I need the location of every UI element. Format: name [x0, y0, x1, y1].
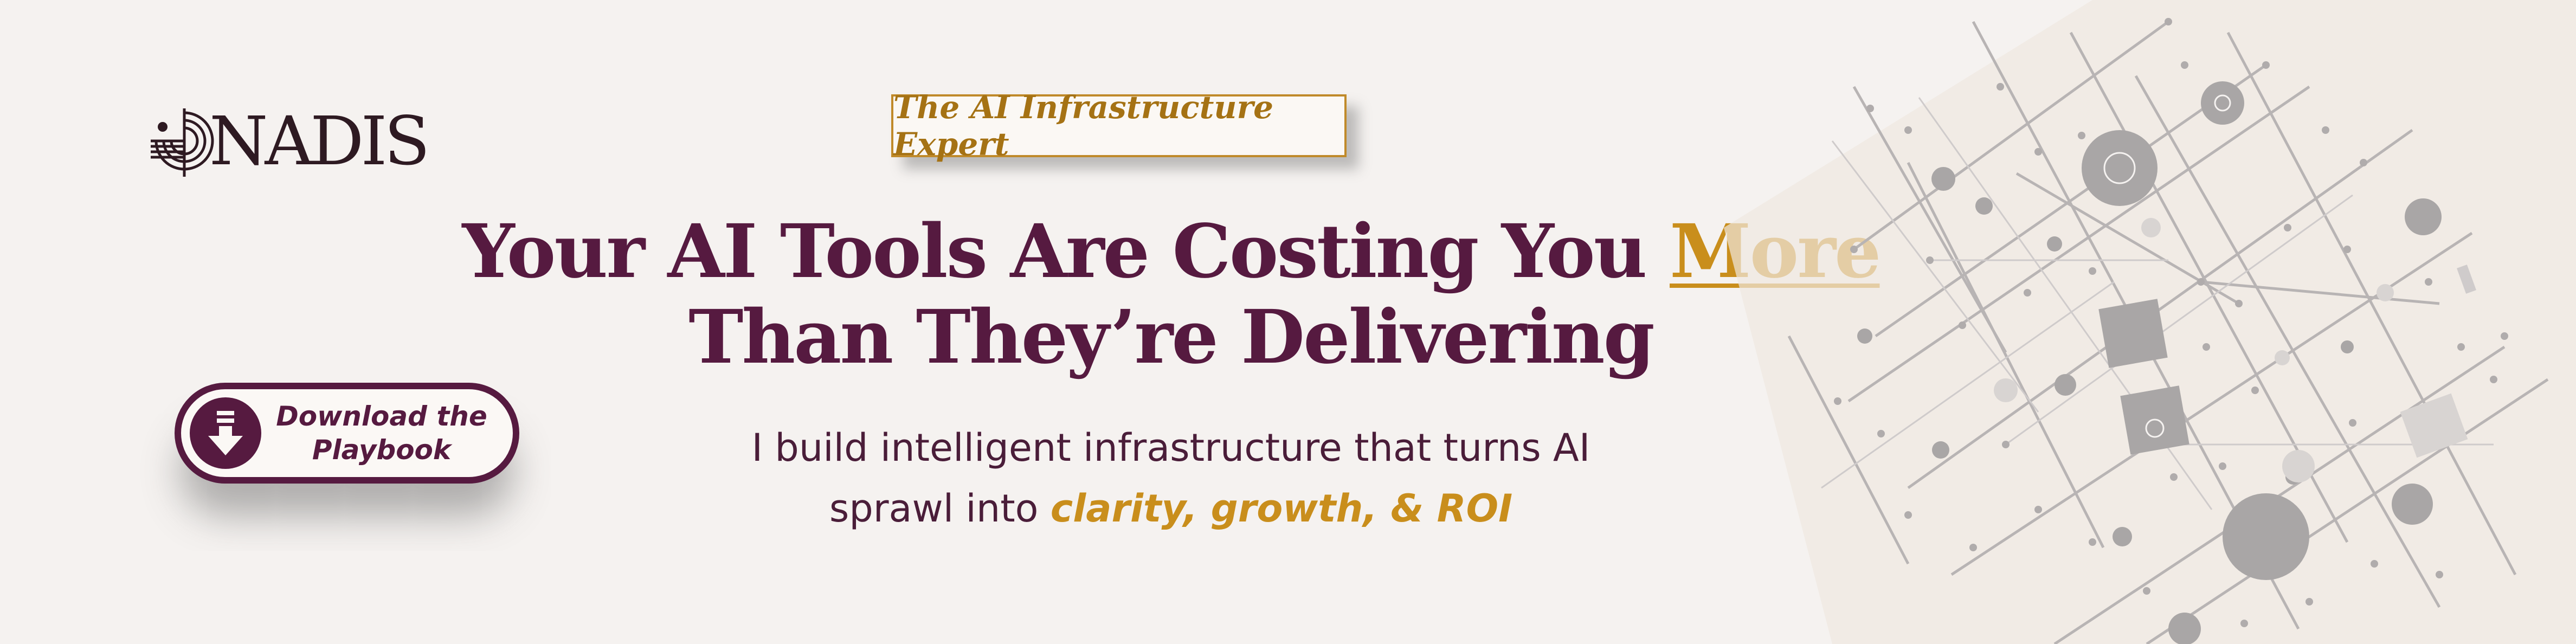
expert-tag-label: The AI Infrastructure Expert	[893, 89, 1274, 163]
subheadline-line2-start: sprawl into	[829, 486, 1051, 531]
cta-line1: Download the	[276, 401, 487, 432]
nadis-logo-icon	[151, 108, 214, 177]
subheadline: I build intelligent infrastructure that …	[640, 417, 1702, 539]
cta-line2: Playbook	[312, 434, 452, 466]
network-illustration	[1724, 0, 2576, 644]
cta-label: Download the Playbook	[261, 400, 513, 467]
headline-line2: Than They’re Delivering	[688, 294, 1655, 381]
expert-tag: The AI Infrastructure Expert	[891, 89, 1347, 163]
headline-line1-start: Your AI Tools Are Costing You	[462, 208, 1670, 295]
brand-name: NADIS	[209, 102, 430, 181]
download-arrow-icon	[190, 397, 261, 469]
subheadline-line1: I build intelligent infrastructure that …	[751, 426, 1590, 470]
hero-banner: NADIS The AI Infrastructure Expert Your …	[0, 0, 2576, 644]
brand-logo[interactable]: NADIS	[146, 101, 430, 182]
subheadline-accent: clarity, growth, & ROI	[1050, 486, 1513, 531]
download-playbook-button[interactable]: Download the Playbook	[175, 383, 519, 484]
